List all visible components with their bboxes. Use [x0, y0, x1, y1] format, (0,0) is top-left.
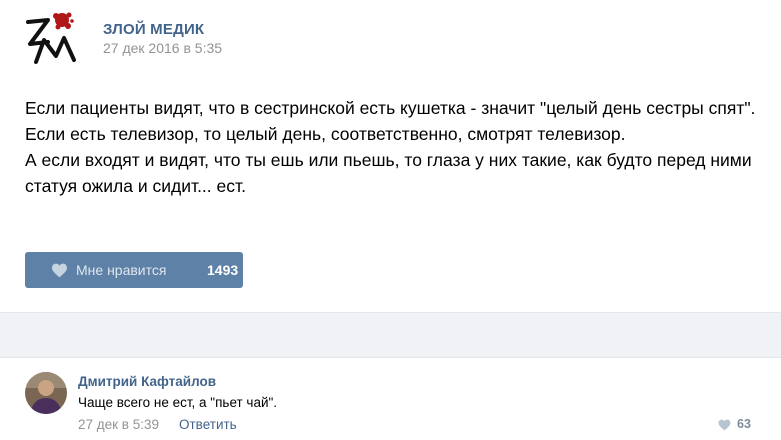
section-divider	[0, 312, 781, 358]
post-date[interactable]: 27 дек 2016 в 5:35	[103, 40, 222, 56]
comment-text: Чаще всего не ест, а "пьет чай".	[78, 395, 278, 410]
like-label: Мне нравится	[76, 262, 167, 278]
post-text-line: Если пациенты видят, что в сестринской е…	[25, 98, 756, 118]
post-text-line: Если есть телевизор, то целый день, соот…	[25, 124, 626, 144]
heart-icon	[718, 418, 731, 431]
post: ЗЛОЙ МЕДИК 27 дек 2016 в 5:35 Если пацие…	[0, 0, 781, 312]
comment-like-count: 63	[737, 417, 751, 431]
post-text: Если пациенты видят, что в сестринской е…	[25, 95, 760, 199]
post-author[interactable]: ЗЛОЙ МЕДИК	[103, 21, 204, 38]
comment-author[interactable]: Дмитрий Кафтайлов	[78, 374, 216, 389]
like-button[interactable]: Мне нравится 1493	[25, 252, 243, 288]
like-count: 1493	[207, 262, 239, 278]
post-text-line: А если входят и видят, что ты ешь или пь…	[25, 150, 752, 196]
user-avatar[interactable]	[25, 372, 67, 414]
zm-logo-icon[interactable]	[22, 10, 82, 68]
reply-button[interactable]: Ответить	[179, 417, 237, 432]
comment: Дмитрий Кафтайлов Чаще всего не ест, а "…	[0, 358, 781, 440]
comment-like-button[interactable]: 63	[718, 417, 751, 431]
heart-icon	[51, 263, 68, 278]
comment-date[interactable]: 27 дек в 5:39	[78, 417, 159, 432]
